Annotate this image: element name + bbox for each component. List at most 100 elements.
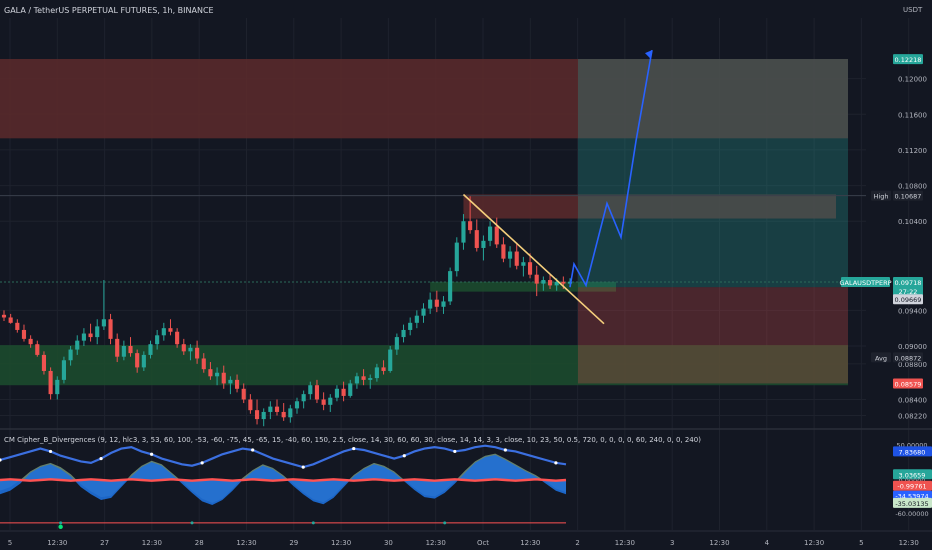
candle-up[interactable] xyxy=(148,344,153,355)
price-label-text: 0.10687 xyxy=(895,193,922,201)
candle-up[interactable] xyxy=(215,372,220,377)
candle-down[interactable] xyxy=(108,319,113,339)
vwap-line[interactable] xyxy=(0,478,567,482)
time-tick-label: 12:30 xyxy=(142,539,162,547)
candle-down[interactable] xyxy=(168,328,173,332)
candle-up[interactable] xyxy=(68,349,73,361)
price-label-text: High xyxy=(874,193,889,201)
candle-down[interactable] xyxy=(28,338,33,345)
candle-up[interactable] xyxy=(388,349,393,371)
candle-up[interactable] xyxy=(308,385,313,395)
candle-down[interactable] xyxy=(514,251,519,266)
candle-down[interactable] xyxy=(321,399,326,405)
candle-down[interactable] xyxy=(501,244,506,259)
candle-down[interactable] xyxy=(527,262,533,275)
price-tick-label: 0.08400 xyxy=(898,396,927,404)
price-tick-label: 0.10800 xyxy=(898,183,927,191)
candle-down[interactable] xyxy=(201,358,206,370)
candle-down[interactable] xyxy=(135,353,140,368)
candle-up[interactable] xyxy=(121,346,126,357)
candle-down[interactable] xyxy=(21,329,27,339)
candle-down[interactable] xyxy=(175,331,180,345)
candle-up[interactable] xyxy=(334,388,340,398)
candle-down[interactable] xyxy=(241,388,246,400)
candle-down[interactable] xyxy=(35,344,40,355)
candle-up[interactable] xyxy=(228,379,233,384)
candle-down[interactable] xyxy=(341,388,346,396)
candle-down[interactable] xyxy=(248,399,253,411)
candle-up[interactable] xyxy=(448,271,453,302)
candle-up[interactable] xyxy=(401,329,406,338)
candle-up[interactable] xyxy=(301,394,306,402)
candle-up[interactable] xyxy=(461,221,466,243)
candle-up[interactable] xyxy=(268,406,273,412)
candle-up[interactable] xyxy=(421,308,426,316)
candle-down[interactable] xyxy=(221,372,226,384)
candle-up[interactable] xyxy=(348,383,353,396)
candle-down[interactable] xyxy=(208,369,213,377)
time-tick-label: 3 xyxy=(670,539,674,547)
candle-down[interactable] xyxy=(274,406,280,412)
candle-down[interactable] xyxy=(8,317,13,323)
candle-up[interactable] xyxy=(81,333,86,341)
candle-down[interactable] xyxy=(15,322,20,330)
candle-down[interactable] xyxy=(281,411,286,418)
candle-down[interactable] xyxy=(381,367,386,371)
candle-down[interactable] xyxy=(468,221,473,231)
candle-down[interactable] xyxy=(48,370,53,395)
candle-up[interactable] xyxy=(294,401,300,409)
candle-down[interactable] xyxy=(115,338,120,357)
candle-down[interactable] xyxy=(181,344,186,352)
candle-down[interactable] xyxy=(41,354,47,371)
candle-down[interactable] xyxy=(195,347,200,359)
candle-up[interactable] xyxy=(95,326,100,338)
position-stop-area[interactable] xyxy=(578,287,848,384)
candle-down[interactable] xyxy=(361,376,366,380)
candle-up[interactable] xyxy=(288,408,293,418)
price-tick-label: 0.09400 xyxy=(898,307,927,315)
candle-up[interactable] xyxy=(374,367,379,379)
candle-down[interactable] xyxy=(314,385,320,400)
candle-up[interactable] xyxy=(161,328,166,336)
candle-up[interactable] xyxy=(441,301,446,307)
candle-down[interactable] xyxy=(434,299,439,307)
candle-up[interactable] xyxy=(408,322,413,330)
candle-up[interactable] xyxy=(328,397,333,405)
candle-up[interactable] xyxy=(368,378,373,380)
candle-up[interactable] xyxy=(155,335,160,345)
candle-up[interactable] xyxy=(488,226,493,241)
candle-up[interactable] xyxy=(414,315,419,323)
candle-down[interactable] xyxy=(474,230,479,248)
candle-up[interactable] xyxy=(508,251,513,259)
candle-up[interactable] xyxy=(55,379,60,395)
candle-up[interactable] xyxy=(61,360,66,380)
candle-down[interactable] xyxy=(128,346,133,354)
candle-down[interactable] xyxy=(88,333,93,338)
candle-up[interactable] xyxy=(481,240,486,248)
candle-down[interactable] xyxy=(547,280,553,286)
candle-down[interactable] xyxy=(494,226,499,245)
price-tick-label: 0.08220 xyxy=(898,413,927,421)
candle-down[interactable] xyxy=(234,379,240,389)
candle-up[interactable] xyxy=(521,262,526,266)
candle-up[interactable] xyxy=(454,242,459,272)
chart-screen: 50.000007.836803.036590.00000-0.99761-34… xyxy=(0,0,932,550)
price-label-text: 0.08579 xyxy=(895,381,922,389)
candle-up[interactable] xyxy=(188,347,193,352)
candle-up[interactable] xyxy=(261,411,266,420)
trading-chart[interactable]: 50.000007.836803.036590.00000-0.99761-34… xyxy=(0,0,932,550)
position-target-area[interactable] xyxy=(578,59,848,288)
candle-down[interactable] xyxy=(1,314,7,318)
candle-down[interactable] xyxy=(254,410,260,420)
candle-up[interactable] xyxy=(75,340,80,350)
candle-up[interactable] xyxy=(101,319,106,327)
candle-up[interactable] xyxy=(354,376,359,384)
candle-down[interactable] xyxy=(561,281,566,284)
candle-down[interactable] xyxy=(534,274,539,284)
candle-up[interactable] xyxy=(428,299,433,309)
candle-up[interactable] xyxy=(541,280,546,284)
signal-dot xyxy=(453,449,457,454)
candle-up[interactable] xyxy=(141,354,146,368)
big-buy-signal-dot xyxy=(58,524,63,530)
candle-up[interactable] xyxy=(394,337,399,350)
